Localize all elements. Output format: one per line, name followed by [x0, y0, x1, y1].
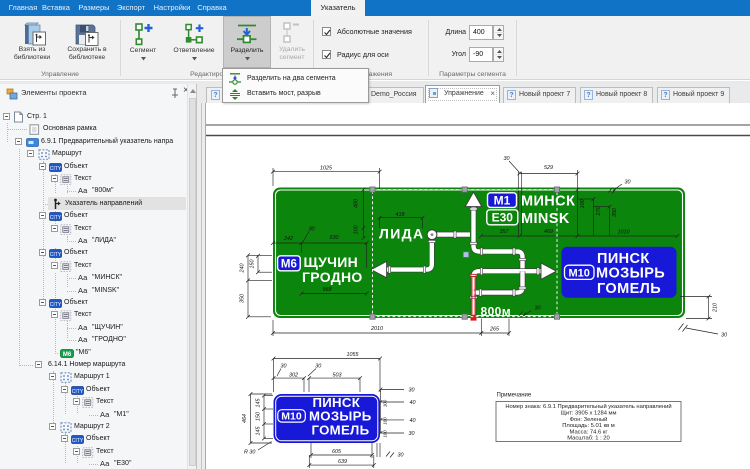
svg-text:Номер знака: 6.9.1 Предварител: Номер знака: 6.9.1 Предварительный указа…: [505, 403, 671, 410]
svg-text:Щит: 3905 x 1284 мм: Щит: 3905 x 1284 мм: [560, 411, 616, 417]
svg-text:ЩУЧИН: ЩУЧИН: [304, 254, 359, 270]
svg-text:40: 40: [410, 418, 416, 424]
svg-text:400: 400: [354, 199, 360, 208]
svg-text:30: 30: [721, 333, 727, 339]
svg-text:М10: М10: [568, 267, 589, 279]
svg-text:145: 145: [256, 398, 262, 408]
svg-text:529: 529: [544, 165, 553, 171]
svg-text:968: 968: [323, 287, 332, 293]
svg-text:605: 605: [332, 449, 342, 455]
svg-text:302: 302: [289, 372, 298, 378]
svg-text:МИНСК: МИНСК: [521, 193, 575, 209]
svg-text:ГОМЕЛЬ: ГОМЕЛЬ: [312, 422, 370, 437]
svg-text:ПИНСК: ПИНСК: [597, 251, 650, 267]
svg-text:Примечание: Примечание: [497, 393, 532, 399]
svg-text:800м: 800м: [481, 304, 512, 318]
svg-text:30: 30: [409, 388, 415, 394]
svg-text:100: 100: [383, 417, 388, 425]
svg-text:1010: 1010: [618, 229, 630, 235]
svg-text:270: 270: [596, 207, 602, 217]
svg-text:469: 469: [544, 229, 553, 235]
svg-text:ГОМЕЛЬ: ГОМЕЛЬ: [597, 281, 661, 297]
svg-text:МОЗЫРЬ: МОЗЫРЬ: [596, 266, 665, 282]
svg-text:30: 30: [398, 453, 404, 459]
svg-text:МОЗЫРЬ: МОЗЫРЬ: [309, 409, 372, 424]
svg-text:350: 350: [240, 294, 246, 303]
svg-text:ПИНСК: ПИНСК: [313, 395, 361, 410]
svg-text:Масса: 74.6 кг: Масса: 74.6 кг: [570, 429, 608, 435]
svg-text:210: 210: [713, 303, 719, 313]
svg-text:100: 100: [383, 399, 388, 407]
svg-text:ЛИДА: ЛИДА: [379, 226, 425, 242]
svg-text:30: 30: [625, 180, 631, 186]
svg-text:639: 639: [338, 459, 347, 465]
svg-text:145: 145: [256, 426, 262, 436]
svg-text:М1: М1: [494, 193, 511, 207]
svg-text:242: 242: [283, 236, 293, 242]
svg-text:ГРОДНО: ГРОДНО: [302, 269, 363, 285]
svg-text:100: 100: [383, 430, 388, 438]
svg-text:М10: М10: [281, 410, 302, 422]
svg-text:Масштаб: 1 : 20: Масштаб: 1 : 20: [567, 436, 610, 442]
svg-text:30: 30: [535, 306, 541, 312]
svg-text:1055: 1055: [347, 352, 360, 358]
svg-text:Е30: Е30: [492, 211, 514, 225]
svg-text:150: 150: [250, 260, 256, 269]
svg-text:2010: 2010: [370, 326, 383, 332]
svg-text:503: 503: [333, 372, 342, 378]
svg-text:265: 265: [489, 327, 500, 333]
svg-text:Площадь: 5.01 кв м: Площадь: 5.01 кв м: [562, 423, 615, 429]
svg-text:418: 418: [396, 212, 405, 218]
svg-text:30: 30: [504, 156, 510, 162]
svg-text:530: 530: [330, 235, 339, 241]
svg-text:М6: М6: [281, 258, 297, 270]
svg-text:30: 30: [409, 431, 415, 437]
svg-text:464: 464: [242, 414, 248, 423]
svg-text:Фон: Зеленый: Фон: Зеленый: [570, 416, 608, 423]
svg-text:30: 30: [281, 363, 287, 369]
svg-text:100: 100: [580, 200, 586, 209]
svg-text:R 30: R 30: [244, 450, 255, 456]
svg-text:240: 240: [240, 264, 246, 274]
svg-text:350: 350: [612, 208, 618, 217]
svg-text:1025: 1025: [320, 165, 333, 171]
svg-text:100: 100: [354, 226, 360, 235]
svg-text:40: 40: [410, 400, 416, 406]
svg-text:357: 357: [500, 229, 510, 235]
svg-text:30: 30: [309, 227, 315, 233]
svg-text:150: 150: [256, 412, 262, 421]
svg-text:MINSK: MINSK: [521, 211, 570, 227]
svg-text:30: 30: [315, 363, 321, 369]
